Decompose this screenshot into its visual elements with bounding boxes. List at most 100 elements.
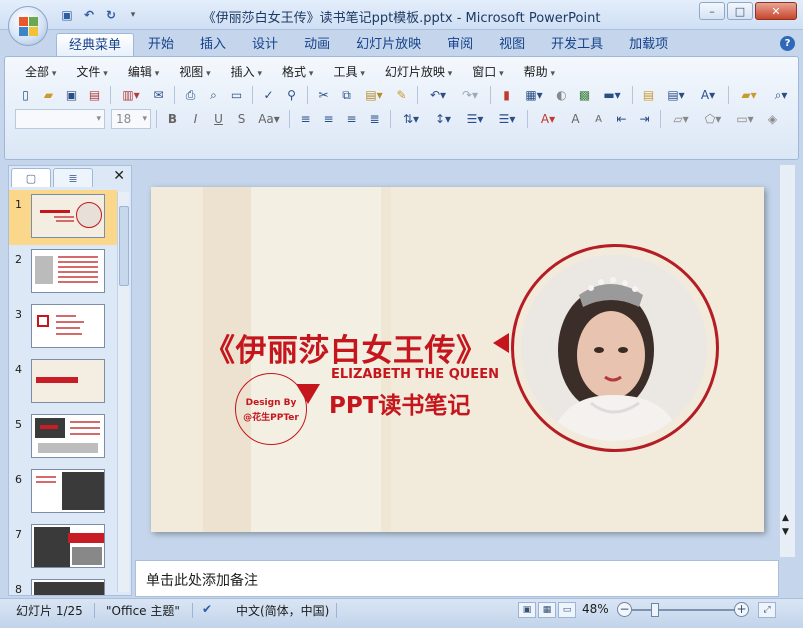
font-size-select[interactable]: 18 <box>111 109 151 129</box>
format-painter-icon[interactable]: ✎ <box>391 85 412 105</box>
tab-slides[interactable]: ▢ <box>11 168 51 187</box>
line-style-icon[interactable]: ▬▾ <box>597 85 627 105</box>
current-slide[interactable]: 《伊丽莎白女王传》 ELIZABETH THE QUEEN PPT读书笔记 De… <box>151 187 764 532</box>
insert-picture-icon[interactable]: ▩ <box>574 85 595 105</box>
folder-icon[interactable]: ▰▾ <box>734 85 764 105</box>
slide-thumbnail[interactable]: 7 <box>9 520 117 575</box>
tab-classic-menu[interactable]: 经典菜单 <box>56 33 135 56</box>
menu-format[interactable]: 格式 <box>272 63 323 81</box>
slide-english-subtitle[interactable]: ELIZABETH THE QUEEN <box>331 367 499 382</box>
slide-thumbnail[interactable]: 5 <box>9 410 117 465</box>
zoom-slider[interactable] <box>632 609 736 611</box>
export-pdf-icon[interactable]: ▥▾ <box>116 85 146 105</box>
change-case-icon[interactable]: Aa▾ <box>254 109 284 129</box>
menu-help[interactable]: 帮助 <box>514 63 565 81</box>
spelling-icon[interactable]: ✓ <box>258 85 279 105</box>
bullets-icon[interactable]: ☰▾ <box>492 109 522 129</box>
color-grayscale-icon[interactable]: ◐ <box>551 85 572 105</box>
new-icon[interactable]: ▯ <box>15 85 36 105</box>
slideshow-view-icon[interactable]: ▭ <box>558 602 576 618</box>
fit-to-window-icon[interactable]: ⤢ <box>758 602 776 618</box>
layout-icon[interactable]: ▤▾ <box>661 85 691 105</box>
zoom-out-icon[interactable]: − <box>617 602 632 617</box>
menu-window[interactable]: 窗口 <box>462 63 513 81</box>
tab-design[interactable]: 设计 <box>240 33 290 56</box>
zoom-slider-thumb[interactable] <box>651 603 659 617</box>
email-icon[interactable]: ✉ <box>148 85 169 105</box>
scrollbar-thumb[interactable] <box>119 206 129 286</box>
tab-addins[interactable]: 加载项 <box>617 33 680 56</box>
arrange-icon[interactable]: ▱▾ <box>666 109 696 129</box>
slide-title[interactable]: 《伊丽莎白女王传》 <box>204 325 488 370</box>
slide-thumbnail[interactable]: 2 <box>9 245 117 300</box>
save-icon[interactable]: ▣ <box>61 85 82 105</box>
next-slide-icon[interactable]: ▼ <box>782 527 789 537</box>
increase-indent-icon[interactable]: ⇥ <box>634 109 655 129</box>
print-preview-icon[interactable]: ⌕ <box>203 85 224 105</box>
tab-developer[interactable]: 开发工具 <box>539 33 615 56</box>
slide-sorter-icon[interactable]: ▦ <box>538 602 556 618</box>
shapes-icon[interactable]: ⬠▾ <box>698 109 728 129</box>
cut-icon[interactable]: ✂ <box>313 85 334 105</box>
normal-view-icon[interactable]: ▣ <box>518 602 536 618</box>
slide-thumbnail[interactable]: 1 <box>9 190 117 245</box>
slide-thumbnail[interactable]: 4 <box>9 355 117 410</box>
print-icon[interactable]: ⎙ <box>180 85 201 105</box>
menu-insert[interactable]: 插入 <box>221 63 272 81</box>
insert-table-icon[interactable]: ▦▾ <box>519 85 549 105</box>
tab-animation[interactable]: 动画 <box>292 33 342 56</box>
align-right-icon[interactable]: ≡ <box>341 109 362 129</box>
spellcheck-icon[interactable]: ✔ <box>202 602 212 616</box>
permission-icon[interactable]: ▤ <box>84 85 105 105</box>
menu-all[interactable]: 全部 <box>15 63 66 81</box>
tab-home[interactable]: 开始 <box>136 33 186 56</box>
minimize-button[interactable]: – <box>699 2 725 20</box>
research-icon[interactable]: ⚲ <box>281 85 302 105</box>
thumbnail-scrollbar[interactable] <box>117 192 129 592</box>
text-box-icon[interactable]: A▾ <box>693 85 723 105</box>
menu-tools[interactable]: 工具 <box>323 63 374 81</box>
grow-font-icon[interactable]: A <box>565 109 586 129</box>
tab-review[interactable]: 审阅 <box>435 33 485 56</box>
tab-outline[interactable]: ≣ <box>53 168 93 187</box>
line-spacing-icon[interactable]: ↕▾ <box>428 109 458 129</box>
shape-fill-icon[interactable]: ◈ <box>762 109 783 129</box>
text-direction-icon[interactable]: ⇅▾ <box>396 109 426 129</box>
bold-icon[interactable]: B <box>162 109 183 129</box>
shrink-font-icon[interactable]: A <box>588 109 609 129</box>
copy-icon[interactable]: ⧉ <box>336 85 357 105</box>
menu-view[interactable]: 视图 <box>169 63 220 81</box>
tab-insert[interactable]: 插入 <box>188 33 238 56</box>
zoom-icon[interactable]: ⌕▾ <box>766 85 796 105</box>
help-icon[interactable]: ? <box>780 36 795 51</box>
paste-icon[interactable]: ▤▾ <box>359 85 389 105</box>
menu-slideshow[interactable]: 幻灯片放映 <box>375 63 462 81</box>
slide-icon[interactable]: ▭ <box>226 85 247 105</box>
undo-icon[interactable]: ↶▾ <box>423 85 453 105</box>
tab-view[interactable]: 视图 <box>487 33 537 56</box>
font-name-select[interactable] <box>15 109 105 129</box>
zoom-level[interactable]: 48% <box>582 602 609 616</box>
align-left-icon[interactable]: ≡ <box>295 109 316 129</box>
tab-slideshow[interactable]: 幻灯片放映 <box>344 33 433 56</box>
slide-subtitle[interactable]: PPT读书笔记 <box>329 386 470 420</box>
justify-icon[interactable]: ≣ <box>364 109 385 129</box>
font-color-icon[interactable]: A▾ <box>533 109 563 129</box>
insert-chart-icon[interactable]: ▮ <box>496 85 517 105</box>
redo-icon[interactable]: ↷▾ <box>455 85 485 105</box>
numbering-icon[interactable]: ☰▾ <box>460 109 490 129</box>
slide-thumbnail[interactable]: 8 <box>9 575 117 595</box>
open-icon[interactable]: ▰ <box>38 85 59 105</box>
quick-styles-icon[interactable]: ▭▾ <box>730 109 760 129</box>
slide-thumbnail[interactable]: 3 <box>9 300 117 355</box>
close-button[interactable]: ✕ <box>755 2 797 20</box>
menu-file[interactable]: 文件 <box>66 63 117 81</box>
previous-slide-icon[interactable]: ▲ <box>782 513 789 523</box>
italic-icon[interactable]: I <box>185 109 206 129</box>
slide-scrollbar[interactable]: ▲ ▼ <box>780 165 795 557</box>
strikethrough-icon[interactable]: S <box>231 109 252 129</box>
decrease-indent-icon[interactable]: ⇤ <box>611 109 632 129</box>
new-slide-icon[interactable]: ▤ <box>638 85 659 105</box>
menu-edit[interactable]: 编辑 <box>118 63 169 81</box>
maximize-button[interactable]: □ <box>727 2 753 20</box>
